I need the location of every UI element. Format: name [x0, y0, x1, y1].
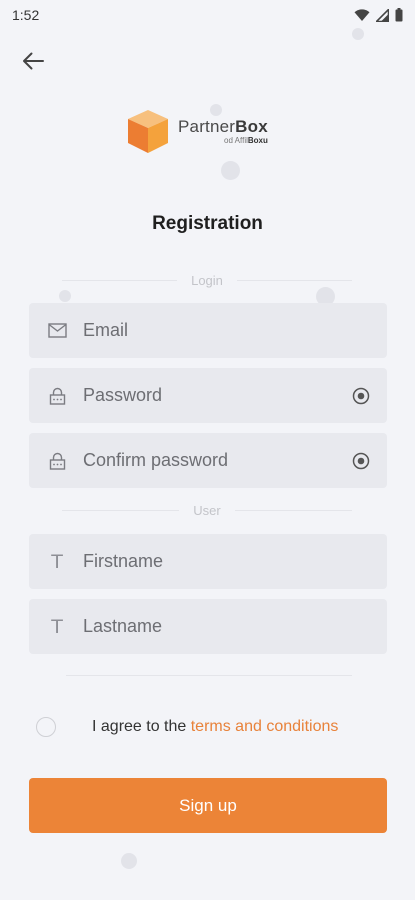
eye-icon[interactable]	[351, 386, 371, 406]
logo-subtitle: od AffilBoxu	[224, 136, 268, 145]
battery-icon	[395, 8, 403, 22]
status-bar: 1:52	[0, 0, 415, 30]
lastname-field[interactable]: T	[29, 599, 387, 654]
decor-bubble	[352, 28, 364, 40]
email-input[interactable]	[83, 320, 371, 341]
cell-signal-icon	[376, 8, 389, 22]
mail-icon	[47, 321, 67, 341]
password-input[interactable]	[83, 385, 351, 406]
confirm-password-field[interactable]	[29, 433, 387, 488]
firstname-input[interactable]	[83, 551, 371, 572]
logo-name: PartnerBox	[178, 117, 268, 136]
lock-icon	[47, 451, 67, 471]
text-t-icon: T	[51, 615, 63, 638]
status-time: 1:52	[12, 7, 40, 23]
back-button[interactable]	[18, 48, 48, 74]
decor-bubble	[59, 290, 71, 302]
partnerbox-logo: PartnerBox od AffilBoxu	[126, 108, 268, 154]
lastname-input[interactable]	[83, 616, 371, 637]
terms-agreement: I agree to the terms and conditions	[36, 714, 386, 740]
lock-icon	[47, 386, 67, 406]
box-logo-icon	[128, 110, 168, 153]
text-t-icon: T	[51, 550, 63, 573]
login-section-divider: Login	[62, 272, 352, 288]
arrow-left-icon	[23, 52, 44, 70]
terms-link[interactable]: terms and conditions	[191, 718, 339, 735]
decor-bubble	[221, 161, 240, 180]
decor-bubble	[121, 853, 137, 869]
confirm-password-input[interactable]	[83, 450, 351, 471]
logo-wordmark: PartnerBox od AffilBoxu	[178, 117, 268, 145]
eye-icon[interactable]	[351, 451, 371, 471]
terms-text: I agree to the terms and conditions	[92, 718, 339, 735]
login-section-label: Login	[191, 272, 223, 288]
sign-up-button[interactable]: Sign up	[29, 778, 387, 833]
user-section-label: User	[193, 502, 221, 518]
status-icons	[354, 8, 403, 22]
password-field[interactable]	[29, 368, 387, 423]
divider	[66, 675, 352, 676]
terms-checkbox[interactable]	[36, 717, 56, 737]
firstname-field[interactable]: T	[29, 534, 387, 589]
email-field[interactable]	[29, 303, 387, 358]
user-section-divider: User	[62, 502, 353, 518]
page-title: Registration	[152, 213, 263, 234]
wifi-icon	[354, 8, 370, 21]
